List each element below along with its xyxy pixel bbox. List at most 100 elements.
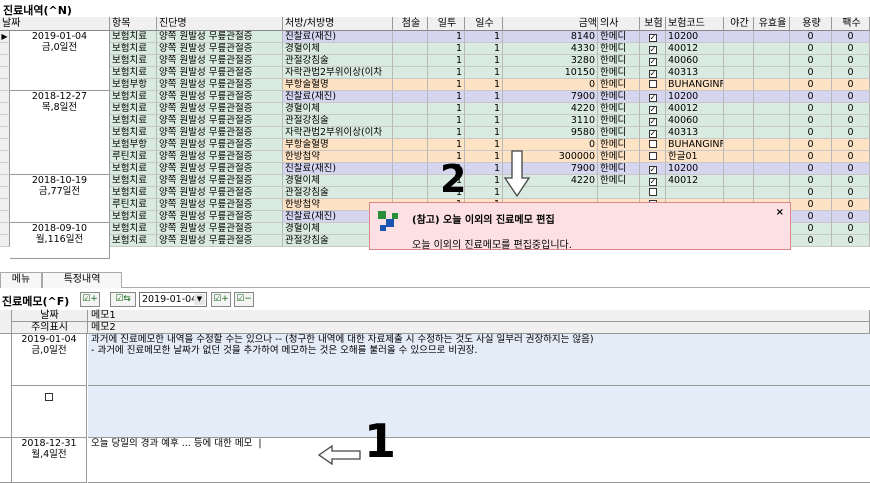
insured-checkbox[interactable]: ✓ (648, 130, 657, 138)
cell-dx[interactable]: 양쪽 원발성 무릎관절증 (157, 199, 283, 211)
cell-dx[interactable]: 양쪽 원발성 무릎관절증 (157, 67, 283, 79)
insured-checkbox[interactable]: ✓ (648, 166, 657, 174)
table-row[interactable]: 보험치료 양쪽 원발성 무릎관절증 자락관법2부위이상(이차 1 1 10150 한메디 ✓ 4… (0, 67, 870, 79)
cell-code[interactable]: 40060 (666, 55, 724, 67)
memo-date-select[interactable]: 2019-01-04 ▼ (139, 292, 207, 307)
cell-amt[interactable]: 8140 (503, 31, 598, 43)
copy-memo-icon[interactable]: ☑⇆ (110, 292, 136, 307)
cell-doc[interactable]: 한메디 (598, 67, 640, 79)
cell-eff[interactable] (754, 103, 790, 115)
cell-rx[interactable]: 관절강침술 (283, 55, 393, 67)
cell-ins[interactable] (640, 79, 666, 91)
cell-rx[interactable]: 경혈이체 (283, 103, 393, 115)
cell-d2[interactable]: 1 (465, 103, 503, 115)
cell-amt[interactable]: 4220 (503, 103, 598, 115)
close-icon[interactable]: × (776, 207, 784, 218)
cell-night[interactable] (724, 31, 754, 43)
cell-cat[interactable]: 보험치료 (110, 91, 157, 103)
cell-v1[interactable]: 0 (790, 67, 832, 79)
col-header-insurance-code[interactable]: 보험코드 (666, 17, 724, 31)
cell-night[interactable] (724, 187, 754, 199)
cell-d1[interactable]: 1 (428, 31, 465, 43)
cell-v2[interactable]: 0 (832, 175, 870, 187)
cell-dx[interactable]: 양쪽 원발성 무릎관절증 (157, 127, 283, 139)
insured-checkbox[interactable] (648, 80, 657, 88)
cell-addon[interactable] (393, 103, 428, 115)
cell-doc[interactable]: 한메디 (598, 55, 640, 67)
cell-amt[interactable]: 3110 (503, 115, 598, 127)
cell-addon[interactable] (393, 115, 428, 127)
cell-doc[interactable]: 한메디 (598, 175, 640, 187)
cell-cat[interactable]: 보험치료 (110, 115, 157, 127)
cell-v1[interactable]: 0 (790, 235, 832, 247)
insured-checkbox[interactable]: ✓ (648, 94, 657, 102)
cell-amt[interactable]: 7900 (503, 91, 598, 103)
cell-v1[interactable]: 0 (790, 55, 832, 67)
cell-eff[interactable] (754, 175, 790, 187)
cell-ins[interactable]: ✓ (640, 55, 666, 67)
insured-checkbox[interactable]: ✓ (648, 106, 657, 114)
cell-doc[interactable]: 한메디 (598, 127, 640, 139)
remove-memo-icon[interactable]: ☑− (234, 292, 254, 307)
cell-dx[interactable]: 양쪽 원발성 무릎관절증 (157, 79, 283, 91)
table-row[interactable]: 보험부항양쪽 원발성 무릎관절증부항술혈명110한메디BUHANGINFO00 (0, 139, 870, 151)
col-header-date[interactable]: 날짜 (0, 17, 110, 31)
col-header-amount[interactable]: 금액 (503, 17, 598, 31)
cell-v2[interactable]: 0 (832, 223, 870, 235)
cell-dx[interactable]: 양쪽 원발성 무릎관절증 (157, 55, 283, 67)
cell-night[interactable] (724, 115, 754, 127)
cell-v2[interactable]: 0 (832, 67, 870, 79)
cell-dx[interactable]: 양쪽 원발성 무릎관절증 (157, 187, 283, 199)
insured-checkbox[interactable]: ✓ (648, 178, 657, 186)
cell-v1[interactable]: 0 (790, 187, 832, 199)
cell-v1[interactable]: 0 (790, 139, 832, 151)
col-header-prescription[interactable]: 처방/처방명 (283, 17, 393, 31)
cell-ins[interactable]: ✓ (640, 31, 666, 43)
cell-addon[interactable] (393, 91, 428, 103)
cell-d2[interactable]: 1 (465, 127, 503, 139)
table-row[interactable]: ▶ 보험치료 양쪽 원발성 무릎관절증 진찰료(재진) 1 1 8140 한메디 ✓ 10200 0… (0, 31, 870, 43)
cell-cat[interactable]: 보험치료 (110, 31, 157, 43)
insured-checkbox[interactable]: ✓ (648, 118, 657, 126)
cell-doc[interactable]: 한메디 (598, 91, 640, 103)
cell-night[interactable] (724, 139, 754, 151)
cell-amt[interactable]: 9580 (503, 127, 598, 139)
cell-cat[interactable]: 보험부항 (110, 139, 157, 151)
cell-night[interactable] (724, 55, 754, 67)
cell-d2[interactable]: 1 (465, 115, 503, 127)
cell-eff[interactable] (754, 115, 790, 127)
cell-code[interactable]: 40313 (666, 67, 724, 79)
cell-code[interactable]: 40012 (666, 103, 724, 115)
cell-v1[interactable]: 0 (790, 175, 832, 187)
cell-code[interactable]: 40012 (666, 43, 724, 55)
cell-amt[interactable]: 3280 (503, 55, 598, 67)
cell-cat[interactable]: 루틴치료 (110, 151, 157, 163)
cell-v2[interactable]: 0 (832, 91, 870, 103)
row-selector[interactable]: ▶ (0, 31, 10, 43)
caution-flag-checkbox[interactable] (45, 393, 53, 401)
cell-rx[interactable]: 한방첩약 (283, 151, 393, 163)
row-selector[interactable] (0, 103, 10, 115)
cell-v2[interactable]: 0 (832, 79, 870, 91)
cell-code[interactable]: 40313 (666, 127, 724, 139)
cell-doc[interactable]: 한메디 (598, 163, 640, 175)
cell-cat[interactable]: 보험치료 (110, 187, 157, 199)
cell-ins[interactable]: ✓ (640, 175, 666, 187)
cell-rx[interactable]: 경혈이체 (283, 43, 393, 55)
cell-ins[interactable] (640, 151, 666, 163)
table-row[interactable]: 루틴치료 양쪽 원발성 무릎관절증 한방첩약 1 1 300000 한메디 한글01 0 0 (0, 151, 870, 163)
cell-addon[interactable] (393, 67, 428, 79)
cell-code[interactable]: 10200 (666, 163, 724, 175)
cell-doc[interactable]: 한메디 (598, 139, 640, 151)
col-header-insured[interactable]: 보험 (640, 17, 666, 31)
row-selector[interactable] (0, 163, 10, 175)
cell-cat[interactable]: 보험치료 (110, 163, 157, 175)
cell-d1[interactable]: 1 (428, 115, 465, 127)
cell-rx[interactable]: 진찰료(재진) (283, 163, 393, 175)
cell-dx[interactable]: 양쪽 원발성 무릎관절증 (157, 163, 283, 175)
cell-addon[interactable] (393, 163, 428, 175)
add-memo-icon[interactable]: ☑+ (80, 292, 100, 307)
date-group-cell[interactable]: 2018-12-27 목,8일전 (10, 91, 110, 175)
cell-code[interactable]: BUHANGINFO (666, 139, 724, 151)
cell-ins[interactable]: ✓ (640, 43, 666, 55)
